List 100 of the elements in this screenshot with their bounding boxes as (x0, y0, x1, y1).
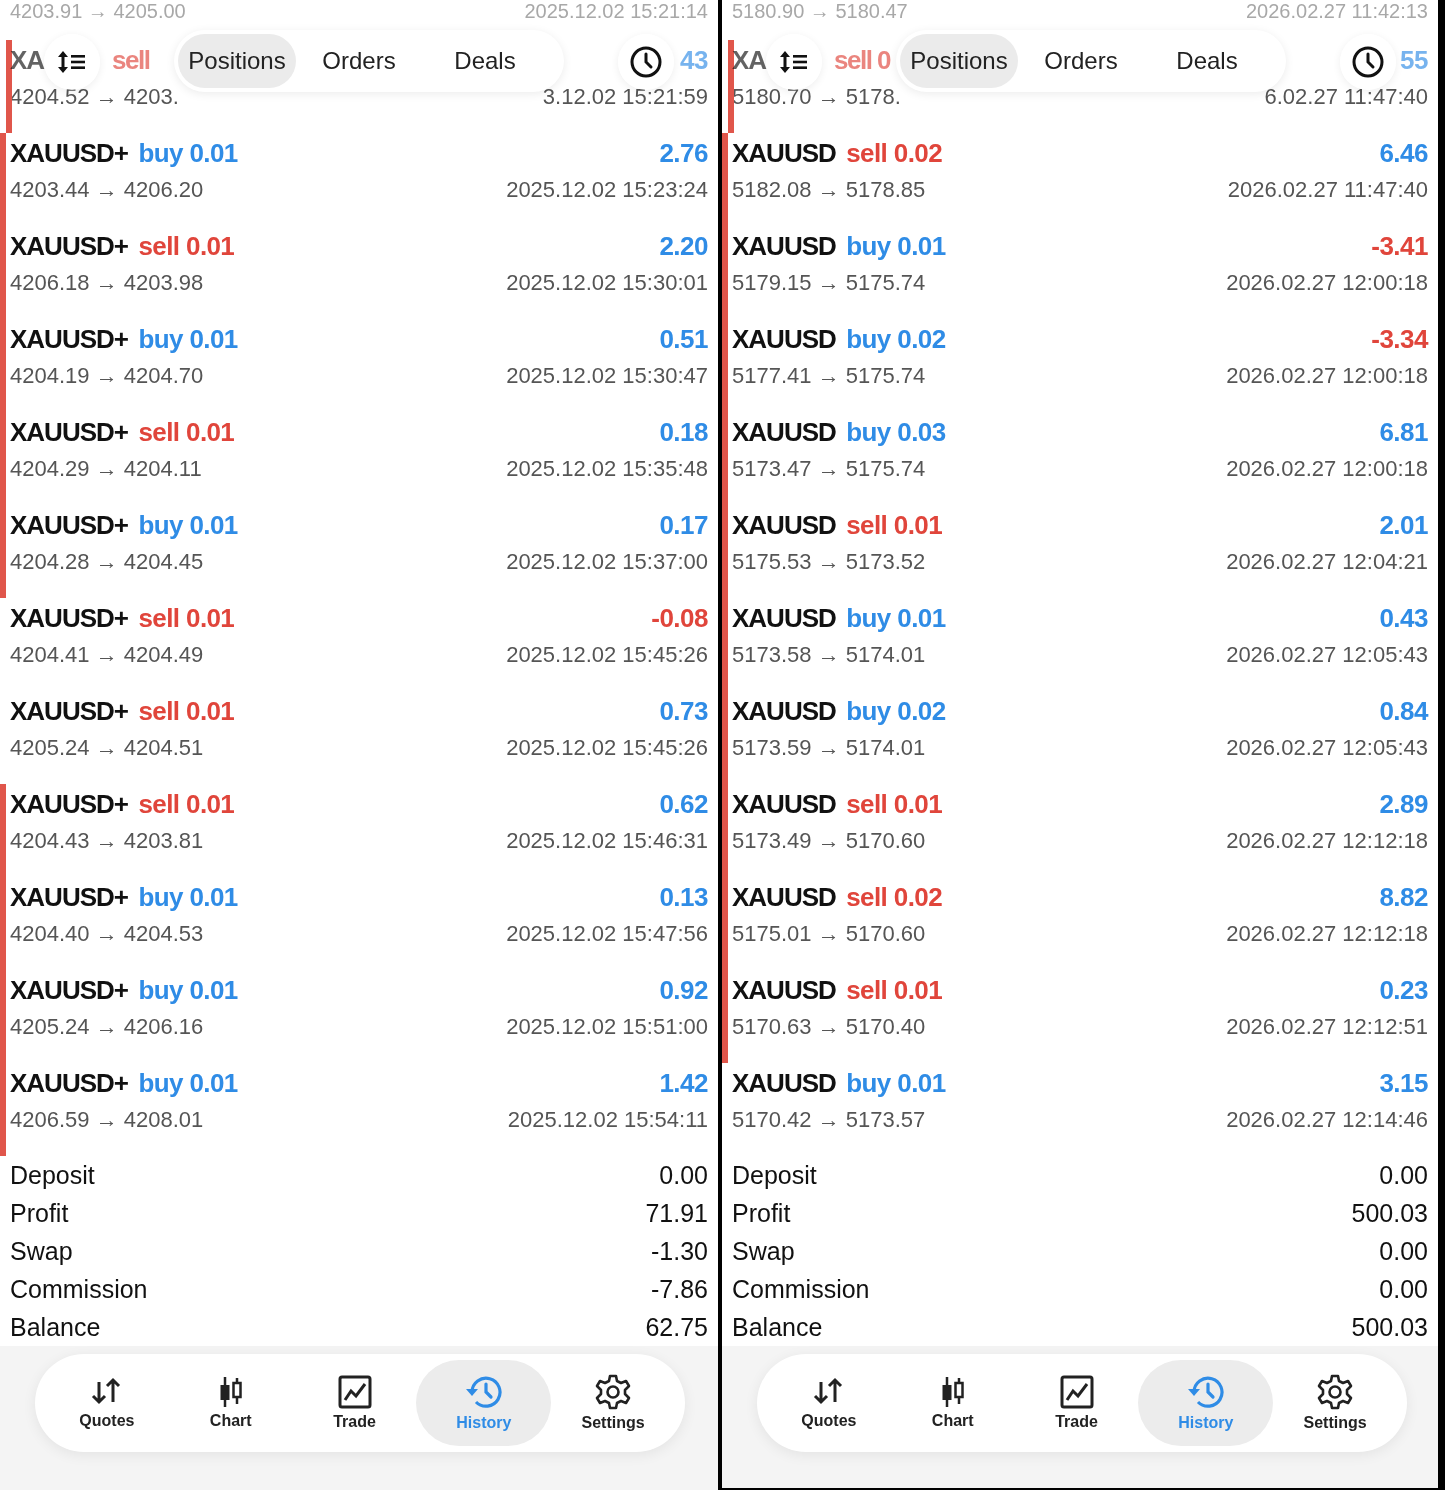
deal-side: sell 0.01 (138, 788, 235, 819)
deal-row[interactable]: XAUUSD+ sell 0.01 -0.08 4204.41 → 4204.49 2025.12.02 15:45:26 (0, 598, 718, 691)
price-range: 4204.40 → 4204.53 (10, 921, 204, 947)
deal-time: 2026.02.27 12:12:51 (1226, 1014, 1428, 1040)
deal-time: 2026.02.27 12:12:18 (1226, 921, 1428, 947)
nav-tab[interactable]: Trade (292, 1360, 417, 1446)
deal-row[interactable]: XAUUSD sell 0.01 2.01 5175.53 → 5173.52 2026.02.27 12:04:21 (722, 505, 1438, 598)
deal-row[interactable]: XAUUSD sell 0.01 0.23 5170.63 → 5170.40 2026.02.27 12:12:51 (722, 970, 1438, 1063)
deal-row[interactable]: XAUUSD+ buy 0.01 0.92 4205.24 → 4206.16 2025.12.02 15:51:00 (0, 970, 718, 1063)
deal-time: 2026.02.27 12:05:43 (1226, 642, 1428, 668)
deal-profit: 0.62 (659, 788, 708, 820)
price-range: 5173.47 → 5175.74 (732, 456, 926, 482)
deal-profit: 0.43 (1379, 602, 1428, 634)
summary-value: 71.91 (645, 1198, 708, 1228)
symbol-label: XAUUSD (732, 137, 836, 168)
deal-profit: 0.18 (659, 416, 708, 448)
summary-label: Commission (732, 1274, 870, 1304)
nav-tab[interactable]: Quotes (45, 1360, 169, 1446)
deal-profit: -0.08 (651, 602, 708, 634)
summary-label: Balance (732, 1312, 823, 1342)
price-range: 4205.24 → 4206.16 (10, 1014, 204, 1040)
deal-profit: 2.76 (659, 137, 708, 169)
line-chart-icon (1059, 1375, 1094, 1409)
symbol-label: XAUUSD+ (10, 881, 128, 912)
symbol-label: XAUUSD+ (10, 323, 128, 354)
symbol-label: XAUUSD (732, 695, 836, 726)
deal-row[interactable]: XAUUSD+ buy 0.01 0.13 4204.40 → 4204.53 2025.12.02 15:47:56 (0, 877, 718, 970)
symbol-label: XAUUSD+ (10, 416, 128, 447)
line-chart-icon (337, 1375, 372, 1409)
deal-row[interactable]: XAUUSD buy 0.01 0.43 5173.58 → 5174.01 2026.02.27 12:05:43 (722, 598, 1438, 691)
symbol-label: XAUUSD (732, 230, 836, 261)
price-range: 4206.18 → 4203.98 (10, 270, 204, 296)
deal-side: buy 0.01 (846, 602, 946, 633)
deal-time: 2026.02.27 11:47:40 (1227, 177, 1428, 203)
price-range: 4206.59 → 4208.01 (10, 1107, 204, 1133)
deal-row[interactable]: XAUUSD+ buy 0.01 0.51 4204.19 → 4204.70 2025.12.02 15:30:47 (0, 319, 718, 412)
deal-row[interactable]: XAUUSD+ sell 0.01 0.73 4205.24 → 4204.51 2025.12.02 15:45:26 (0, 691, 718, 784)
summary-value: -1.30 (651, 1236, 708, 1266)
tab[interactable]: Positions (178, 34, 296, 88)
deal-row[interactable]: XAUUSD+ buy 0.01 0.17 4204.28 → 4204.45 2025.12.02 15:37:00 (0, 505, 718, 598)
summary-value: -7.86 (651, 1274, 708, 1304)
deal-profit: 43 (680, 44, 708, 76)
deal-row[interactable]: XAUUSD sell 0.01 2.89 5173.49 → 5170.60 2026.02.27 12:12:18 (722, 784, 1438, 877)
deal-time: 2025.12.02 15:51:00 (506, 1014, 708, 1040)
tab[interactable]: Orders (1018, 34, 1144, 88)
deal-profit: 6.46 (1379, 137, 1428, 169)
nav-tab[interactable]: Quotes (767, 1360, 891, 1446)
deal-side: buy 0.02 (846, 695, 946, 726)
nav-tab[interactable]: Chart (168, 1360, 293, 1446)
summary-value: 500.03 (1351, 1312, 1428, 1342)
summary-value: 0.00 (659, 1160, 708, 1190)
price-range: 5170.42 → 5173.57 (732, 1107, 926, 1133)
price-range: 5173.49 → 5170.60 (732, 828, 926, 854)
summary-label: Balance (10, 1312, 101, 1342)
deal-row[interactable]: XAUUSD buy 0.03 6.81 5173.47 → 5175.74 2026.02.27 12:00:18 (722, 412, 1438, 505)
deal-row[interactable]: XAUUSD+ sell 0.01 0.62 4204.43 → 4203.81 2025.12.02 15:46:31 (0, 784, 718, 877)
deal-row[interactable]: XAUUSD+ sell 0.01 0.18 4204.29 → 4204.11 2025.12.02 15:35:48 (0, 412, 718, 505)
tab[interactable]: Orders (296, 34, 422, 88)
deal-time: 2026.02.27 11:42:13 (1245, 0, 1428, 22)
nav-tab[interactable]: Trade (1014, 1360, 1139, 1446)
deal-row[interactable]: XAUUSD buy 0.01 -3.41 5179.15 → 5175.74 2026.02.27 12:00:18 (722, 226, 1438, 319)
deal-side: buy 0.01 (138, 137, 238, 168)
deal-profit: 0.84 (1379, 695, 1428, 727)
deal-side: buy 0.02 (846, 323, 946, 354)
summary-label: Profit (10, 1198, 69, 1228)
nav-tab[interactable]: Settings (1273, 1360, 1398, 1446)
clock-icon (1351, 45, 1385, 79)
deal-profit: 0.17 (659, 509, 708, 541)
deal-row[interactable]: XAUUSD buy 0.02 -3.34 5177.41 → 5175.74 2026.02.27 12:00:18 (722, 319, 1438, 412)
price-range: 4205.24 → 4204.51 (10, 735, 204, 761)
summary-value: 0.00 (1379, 1160, 1428, 1190)
deal-row[interactable]: XAUUSD sell 0.02 6.46 5182.08 → 5178.85 2026.02.27 11:47:40 (722, 133, 1438, 226)
deal-time: 2026.02.27 12:04:21 (1226, 549, 1428, 575)
deal-row[interactable]: XAUUSD+ buy 0.01 2.76 4203.44 → 4206.20 2025.12.02 15:23:24 (0, 133, 718, 226)
tab[interactable]: Positions (900, 34, 1018, 88)
deal-profit: 1.42 (659, 1067, 708, 1099)
nav-tab[interactable]: Chart (890, 1360, 1015, 1446)
deal-row[interactable]: XAUUSD buy 0.02 0.84 5173.59 → 5174.01 2026.02.27 12:05:43 (722, 691, 1438, 784)
price-range: 4204.19 → 4204.70 (10, 363, 204, 389)
summary-label: Swap (10, 1236, 73, 1266)
deal-row[interactable]: XAUUSD+ sell 0.01 2.20 4206.18 → 4203.98 2025.12.02 15:30:01 (0, 226, 718, 319)
price-range: 5182.08 → 5178.85 (732, 177, 926, 203)
price-range: 5175.53 → 5173.52 (732, 549, 926, 575)
deal-time: 2025.12.02 15:45:26 (506, 735, 708, 761)
deal-time: 2025.12.02 15:21:14 (524, 0, 708, 22)
deal-side: sell 0.01 (138, 416, 235, 447)
deal-side: buy 0.01 (846, 230, 946, 261)
deal-row[interactable]: XAUUSD buy 0.01 3.15 5170.42 → 5173.57 2026.02.27 12:14:46 (722, 1063, 1438, 1156)
deal-time: 2025.12.02 15:47:56 (506, 921, 708, 947)
symbol-label: XAUUSD (732, 323, 836, 354)
price-range: 5173.58 → 5174.01 (732, 642, 926, 668)
price-range: 4204.41 → 4204.49 (10, 642, 204, 668)
price-range: 4204.43 → 4203.81 (10, 828, 204, 854)
deal-row[interactable]: XAUUSD sell 0.02 8.82 5175.01 → 5170.60 2026.02.27 12:12:18 (722, 877, 1438, 970)
history-icon (464, 1374, 503, 1410)
nav-tab[interactable]: Settings (551, 1360, 676, 1446)
deal-profit: 0.23 (1379, 974, 1428, 1006)
deal-profit: 0.51 (659, 323, 708, 355)
price-range: 4203.91 → 4205.00 (10, 0, 186, 22)
deal-profit: 0.92 (659, 974, 708, 1006)
